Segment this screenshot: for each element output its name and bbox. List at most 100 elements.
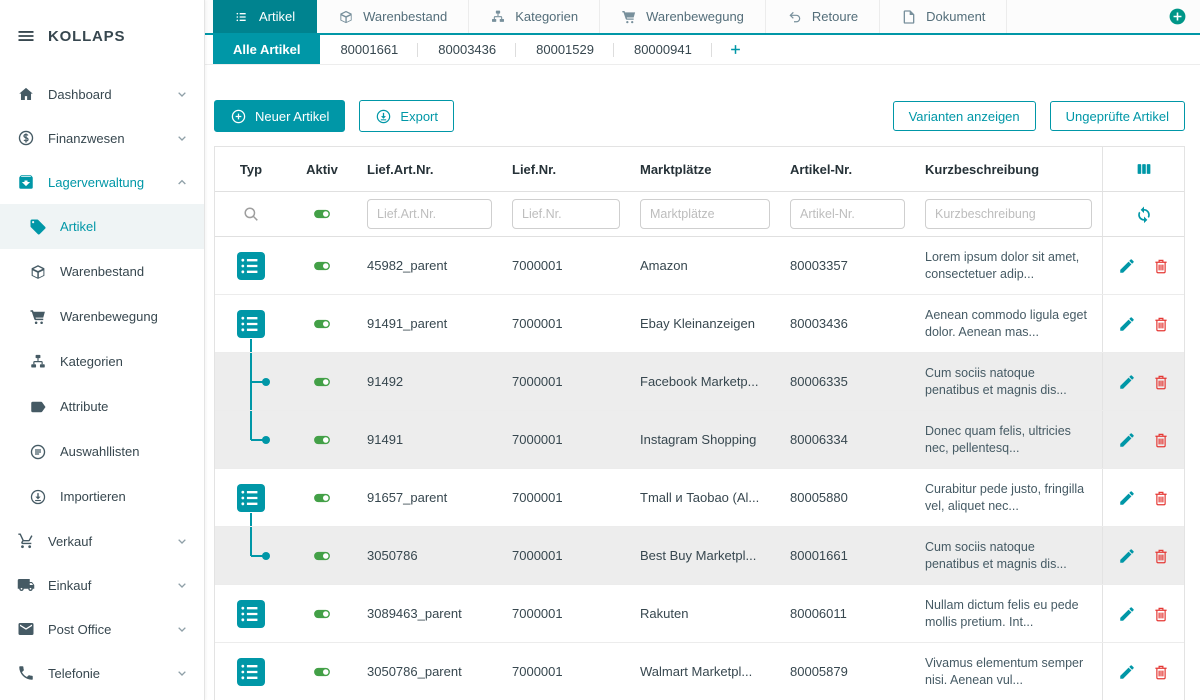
active-toggle-icon[interactable] bbox=[312, 662, 332, 682]
sidebar-item-auswahllisten[interactable]: Auswahllisten bbox=[0, 429, 204, 474]
article-tab-alle-artikel[interactable]: Alle Artikel bbox=[213, 35, 320, 64]
filter-artikel-nr-input[interactable] bbox=[790, 199, 905, 229]
sidebar-item-label: Auswahllisten bbox=[60, 444, 140, 459]
sidebar-item-warenbestand[interactable]: Warenbestand bbox=[0, 249, 204, 294]
table-row[interactable]: 914917000001Instagram Shopping80006334Do… bbox=[215, 411, 1184, 469]
delete-icon[interactable] bbox=[1152, 315, 1170, 333]
article-type-icon[interactable] bbox=[237, 600, 265, 628]
delete-icon[interactable] bbox=[1152, 431, 1170, 449]
filter-kurzbeschreibung-input[interactable] bbox=[925, 199, 1092, 229]
lief-nr-cell: 7000001 bbox=[502, 527, 630, 584]
article-tab-bar: Alle Artikel8000166180003436800015298000… bbox=[205, 35, 1200, 65]
article-tab-80000941[interactable]: 80000941 bbox=[614, 35, 712, 64]
sidebar-item-telefonie[interactable]: Telefonie bbox=[0, 651, 204, 695]
table-row[interactable]: 91657_parent7000001Tmall и Taobao (Al...… bbox=[215, 469, 1184, 527]
col-header-lief-art-nr[interactable]: Lief.Art.Nr. bbox=[357, 147, 502, 191]
sidebar-item-finanzwesen[interactable]: Finanzwesen bbox=[0, 116, 204, 160]
sidebar-item-lagerverwaltung[interactable]: Lagerverwaltung bbox=[0, 160, 204, 204]
sidebar-item-verkauf[interactable]: Verkauf bbox=[0, 519, 204, 563]
edit-icon[interactable] bbox=[1118, 315, 1136, 333]
table-row[interactable]: 30507867000001Best Buy Marketpl...800016… bbox=[215, 527, 1184, 585]
table-row[interactable]: 3050786_parent7000001Walmart Marketpl...… bbox=[215, 643, 1184, 700]
delete-icon[interactable] bbox=[1152, 663, 1170, 681]
edit-icon[interactable] bbox=[1118, 547, 1136, 565]
sidebar-item-dashboard[interactable]: Dashboard bbox=[0, 72, 204, 116]
sidebar-item-einkauf[interactable]: Einkauf bbox=[0, 563, 204, 607]
article-type-icon[interactable] bbox=[237, 658, 265, 686]
lief-art-nr-cell: 3089463_parent bbox=[357, 585, 502, 642]
col-header-typ[interactable]: Typ bbox=[215, 147, 287, 191]
col-header-kurzbeschreibung[interactable]: Kurzbeschreibung bbox=[915, 147, 1102, 191]
article-type-icon[interactable] bbox=[237, 484, 265, 512]
article-tab-80001661[interactable]: 80001661 bbox=[320, 35, 418, 64]
lief-art-nr-cell: 91657_parent bbox=[357, 469, 502, 526]
add-article-tab-icon[interactable] bbox=[728, 42, 743, 57]
delete-icon[interactable] bbox=[1152, 605, 1170, 623]
table-row[interactable]: 914927000001Facebook Marketp...80006335C… bbox=[215, 353, 1184, 411]
logo-row: KOLLAPS bbox=[0, 0, 204, 72]
col-header-lief-nr[interactable]: Lief.Nr. bbox=[502, 147, 630, 191]
artikel-nr-cell: 80006334 bbox=[780, 411, 915, 468]
columns-icon[interactable] bbox=[1135, 160, 1153, 178]
tab-label: Dokument bbox=[926, 9, 985, 24]
chevron-down-icon bbox=[174, 577, 190, 593]
new-article-button[interactable]: Neuer Artikel bbox=[214, 100, 345, 132]
delete-icon[interactable] bbox=[1152, 547, 1170, 565]
tab-warenbestand[interactable]: Warenbestand bbox=[317, 0, 469, 33]
edit-icon[interactable] bbox=[1118, 257, 1136, 275]
article-tab-80003436[interactable]: 80003436 bbox=[418, 35, 516, 64]
col-header-marktplaetze[interactable]: Marktplätze bbox=[630, 147, 780, 191]
filter-lief-art-nr-input[interactable] bbox=[367, 199, 492, 229]
tab-dokument[interactable]: Dokument bbox=[880, 0, 1007, 33]
edit-icon[interactable] bbox=[1118, 489, 1136, 507]
tab-warenbewegung[interactable]: Warenbewegung bbox=[600, 0, 766, 33]
export-button[interactable]: Export bbox=[359, 100, 454, 132]
kurzbeschreibung-cell: Vivamus elementum semper nisi. Aenean vu… bbox=[915, 643, 1102, 700]
active-toggle-icon[interactable] bbox=[312, 430, 332, 450]
col-header-artikel-nr[interactable]: Artikel-Nr. bbox=[780, 147, 915, 191]
tab-kategorien[interactable]: Kategorien bbox=[469, 0, 600, 33]
add-tab-icon[interactable] bbox=[1168, 7, 1187, 26]
sidebar-item-importieren[interactable]: Importieren bbox=[0, 474, 204, 519]
refresh-icon[interactable] bbox=[1134, 204, 1154, 224]
table-row[interactable]: 3089463_parent7000001Rakuten80006011Null… bbox=[215, 585, 1184, 643]
active-toggle-icon[interactable] bbox=[312, 204, 332, 224]
sidebar-item-post-office[interactable]: Post Office bbox=[0, 607, 204, 651]
typ-cell bbox=[215, 353, 287, 410]
edit-icon[interactable] bbox=[1118, 373, 1136, 391]
delete-icon[interactable] bbox=[1152, 489, 1170, 507]
show-variants-button[interactable]: Varianten anzeigen bbox=[893, 101, 1036, 131]
active-toggle-icon[interactable] bbox=[312, 256, 332, 276]
filter-lief-art-nr-cell bbox=[357, 192, 502, 236]
filter-lief-nr-input[interactable] bbox=[512, 199, 620, 229]
tree-dot bbox=[262, 378, 270, 386]
active-toggle-icon[interactable] bbox=[312, 604, 332, 624]
filter-marktplaetze-input[interactable] bbox=[640, 199, 770, 229]
active-toggle-icon[interactable] bbox=[312, 488, 332, 508]
article-type-icon[interactable] bbox=[237, 310, 265, 338]
article-type-icon[interactable] bbox=[237, 252, 265, 280]
tree-dot bbox=[262, 552, 270, 560]
menu-icon[interactable] bbox=[16, 26, 36, 46]
cart-icon bbox=[17, 532, 35, 550]
sidebar-item-attribute[interactable]: Attribute bbox=[0, 384, 204, 429]
active-toggle-icon[interactable] bbox=[312, 546, 332, 566]
unchecked-articles-button[interactable]: Ungeprüfte Artikel bbox=[1050, 101, 1185, 131]
col-header-aktiv[interactable]: Aktiv bbox=[287, 147, 357, 191]
table-row[interactable]: 45982_parent7000001Amazon80003357Lorem i… bbox=[215, 237, 1184, 295]
sidebar-item-kategorien[interactable]: Kategorien bbox=[0, 339, 204, 384]
artikel-nr-cell: 80006011 bbox=[780, 585, 915, 642]
edit-icon[interactable] bbox=[1118, 605, 1136, 623]
article-tab-80001529[interactable]: 80001529 bbox=[516, 35, 614, 64]
active-toggle-icon[interactable] bbox=[312, 372, 332, 392]
delete-icon[interactable] bbox=[1152, 373, 1170, 391]
edit-icon[interactable] bbox=[1118, 431, 1136, 449]
sidebar-item-warenbewegung[interactable]: Warenbewegung bbox=[0, 294, 204, 339]
tab-artikel[interactable]: Artikel bbox=[213, 0, 317, 33]
tab-retoure[interactable]: Retoure bbox=[766, 0, 880, 33]
delete-icon[interactable] bbox=[1152, 257, 1170, 275]
active-toggle-icon[interactable] bbox=[312, 314, 332, 334]
sidebar-item-artikel[interactable]: Artikel bbox=[0, 204, 204, 249]
table-row[interactable]: 91491_parent7000001Ebay Kleinanzeigen800… bbox=[215, 295, 1184, 353]
edit-icon[interactable] bbox=[1118, 663, 1136, 681]
